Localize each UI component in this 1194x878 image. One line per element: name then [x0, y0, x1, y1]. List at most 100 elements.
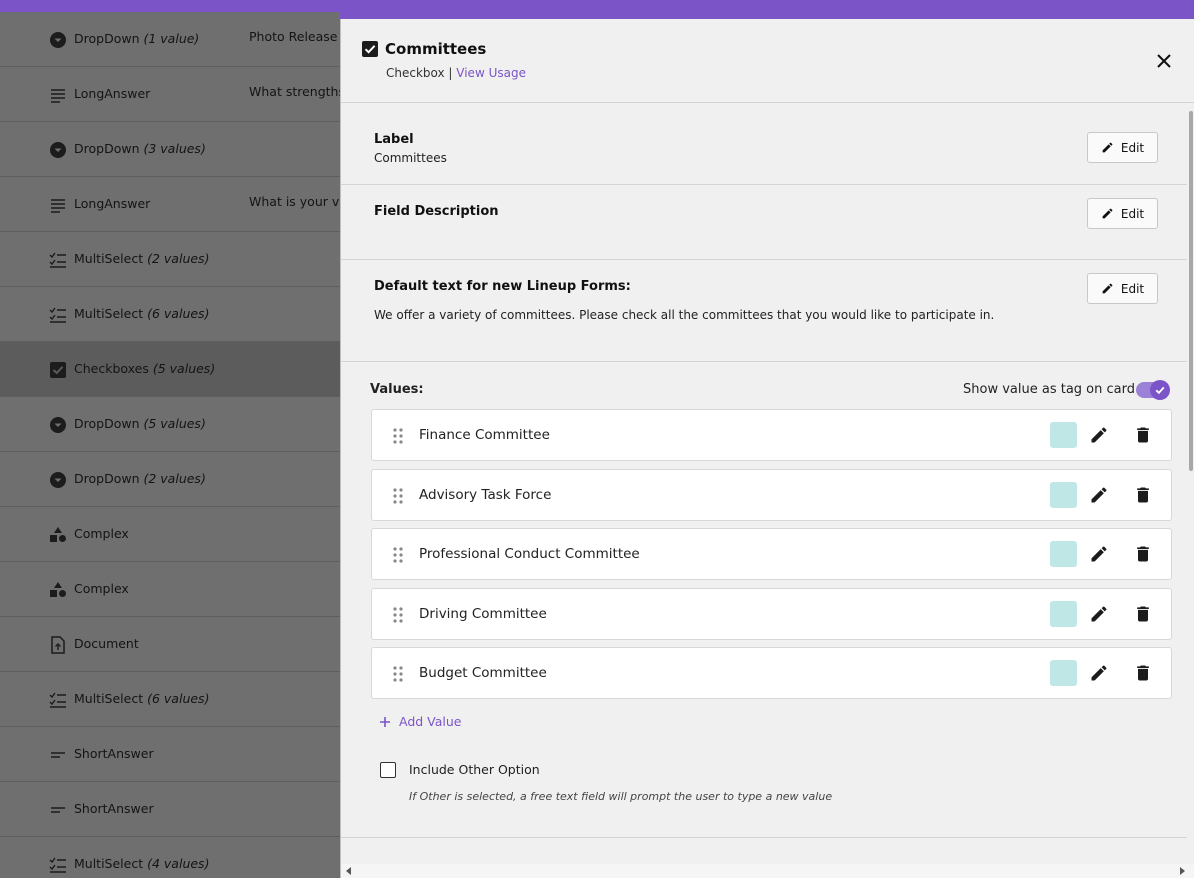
field-type-label: Complex	[74, 581, 129, 596]
checkbox-icon	[48, 360, 68, 380]
scrollbar-thumb[interactable]	[1189, 111, 1193, 471]
horizontal-scrollbar[interactable]	[341, 864, 1194, 878]
default-text-heading: Default text for new Lineup Forms:	[374, 279, 631, 294]
field-list-row[interactable]: MultiSelect (6 values)	[0, 672, 340, 727]
dropdown-icon	[48, 30, 68, 50]
field-value-count: (6 values)	[147, 691, 210, 706]
panel-title: Committees	[385, 40, 487, 58]
pencil-icon[interactable]	[1089, 485, 1109, 505]
field-value-count: (6 values)	[147, 306, 210, 321]
view-usage-link[interactable]: View Usage	[456, 66, 526, 80]
edit-description-button[interactable]: Edit	[1087, 198, 1158, 229]
field-list-row[interactable]: MultiSelect (6 values)	[0, 287, 340, 342]
trash-icon[interactable]	[1133, 485, 1153, 505]
field-list-row[interactable]: DropDown (2 values)	[0, 452, 340, 507]
drag-handle-icon[interactable]	[392, 546, 404, 564]
pencil-icon	[1102, 283, 1113, 294]
pencil-icon[interactable]	[1089, 544, 1109, 564]
field-value-count: (2 values)	[147, 251, 210, 266]
value-color-swatch[interactable]	[1050, 541, 1077, 567]
trash-icon[interactable]	[1133, 544, 1153, 564]
drag-handle-icon[interactable]	[392, 487, 404, 505]
default-text-value: We offer a variety of committees. Please…	[374, 308, 995, 322]
show-tag-toggle[interactable]	[1136, 380, 1170, 400]
value-name: Finance Committee	[419, 427, 550, 443]
field-list-row[interactable]: Document	[0, 617, 340, 672]
value-color-swatch[interactable]	[1050, 601, 1077, 627]
value-color-swatch[interactable]	[1050, 482, 1077, 508]
field-type-label: ShortAnswer	[74, 746, 154, 761]
add-value-label: Add Value	[399, 714, 462, 729]
field-list-row[interactable]: ShortAnswer	[0, 782, 340, 837]
value-row: Budget Committee	[371, 647, 1172, 699]
field-type-label: LongAnswer	[74, 86, 150, 101]
field-type-label: MultiSelect (6 values)	[74, 691, 209, 706]
field-list-row[interactable]: Checkboxes (5 values)	[0, 342, 340, 397]
field-list: DropDown (1 value) Photo Release C LongAns…	[0, 12, 340, 878]
field-list-row[interactable]: DropDown (3 values)	[0, 122, 340, 177]
short-answer-icon	[48, 745, 68, 765]
dropdown-icon	[48, 415, 68, 435]
value-row: Advisory Task Force	[371, 469, 1172, 521]
value-color-swatch[interactable]	[1050, 422, 1077, 448]
edit-default-text-button[interactable]: Edit	[1087, 273, 1158, 304]
edit-default-text-button-text: Edit	[1120, 281, 1145, 296]
drag-handle-icon[interactable]	[392, 427, 404, 445]
drag-handle-icon[interactable]	[392, 606, 404, 624]
scroll-right-icon[interactable]	[1178, 867, 1186, 875]
toggle-check-icon	[1150, 380, 1170, 400]
show-tag-label: Show value as tag on card	[963, 382, 1135, 397]
include-other-checkbox[interactable]	[380, 762, 396, 778]
field-list-row[interactable]: Complex	[0, 507, 340, 562]
field-type-label: MultiSelect (4 values)	[74, 856, 209, 871]
field-value-count: (1 value)	[143, 31, 200, 46]
pencil-icon[interactable]	[1089, 425, 1109, 445]
field-type-name: MultiSelect	[74, 691, 144, 706]
field-list-row[interactable]: DropDown (1 value) Photo Release C	[0, 12, 340, 67]
drag-handle-icon[interactable]	[392, 665, 404, 683]
pencil-icon[interactable]	[1089, 663, 1109, 683]
field-list-row[interactable]: ShortAnswer	[0, 727, 340, 782]
field-list-row[interactable]: MultiSelect (2 values)	[0, 232, 340, 287]
field-list-row[interactable]: LongAnswer What is your vis	[0, 177, 340, 232]
description-heading: Field Description	[374, 204, 499, 219]
multiselect-icon	[48, 690, 68, 710]
include-other-label: Include Other Option	[409, 762, 540, 777]
edit-label-button[interactable]: Edit	[1087, 132, 1158, 163]
vertical-scrollbar[interactable]	[1187, 103, 1194, 863]
label-heading: Label	[374, 132, 414, 147]
scroll-left-icon[interactable]	[345, 867, 353, 875]
long-answer-icon	[48, 85, 68, 105]
value-row: Professional Conduct Committee	[371, 528, 1172, 580]
field-type-name: MultiSelect	[74, 856, 144, 871]
close-icon[interactable]	[1154, 51, 1174, 71]
field-type-name: Checkboxes	[74, 361, 149, 376]
field-type-label: MultiSelect (6 values)	[74, 306, 209, 321]
edit-label-button-text: Edit	[1120, 140, 1145, 155]
field-value-count: (5 values)	[143, 416, 206, 431]
field-type-name: MultiSelect	[74, 306, 144, 321]
field-list-row[interactable]: LongAnswer What strengths,	[0, 67, 340, 122]
trash-icon[interactable]	[1133, 663, 1153, 683]
edit-description-button-text: Edit	[1120, 206, 1145, 221]
field-type-label: Checkboxes (5 values)	[74, 361, 215, 376]
field-question-text: What strengths,	[249, 84, 340, 99]
trash-icon[interactable]	[1133, 604, 1153, 624]
include-other-hint: If Other is selected, a free text field …	[409, 790, 833, 803]
field-type-name: Complex	[74, 526, 129, 541]
field-type-name: LongAnswer	[74, 196, 151, 211]
complex-icon	[48, 580, 68, 600]
field-list-row[interactable]: MultiSelect (4 values)	[0, 837, 340, 878]
pencil-icon[interactable]	[1089, 604, 1109, 624]
field-list-row[interactable]: Complex	[0, 562, 340, 617]
field-type-label: ShortAnswer	[74, 801, 154, 816]
add-value-button[interactable]: Add Value	[379, 714, 462, 729]
dropdown-icon	[48, 140, 68, 160]
trash-icon[interactable]	[1133, 425, 1153, 445]
multiselect-icon	[48, 250, 68, 270]
field-list-row[interactable]: DropDown (5 values)	[0, 397, 340, 452]
multiselect-icon	[48, 855, 68, 875]
value-color-swatch[interactable]	[1050, 660, 1077, 686]
field-type-label: Checkbox	[386, 66, 445, 80]
field-type-label: LongAnswer	[74, 196, 150, 211]
